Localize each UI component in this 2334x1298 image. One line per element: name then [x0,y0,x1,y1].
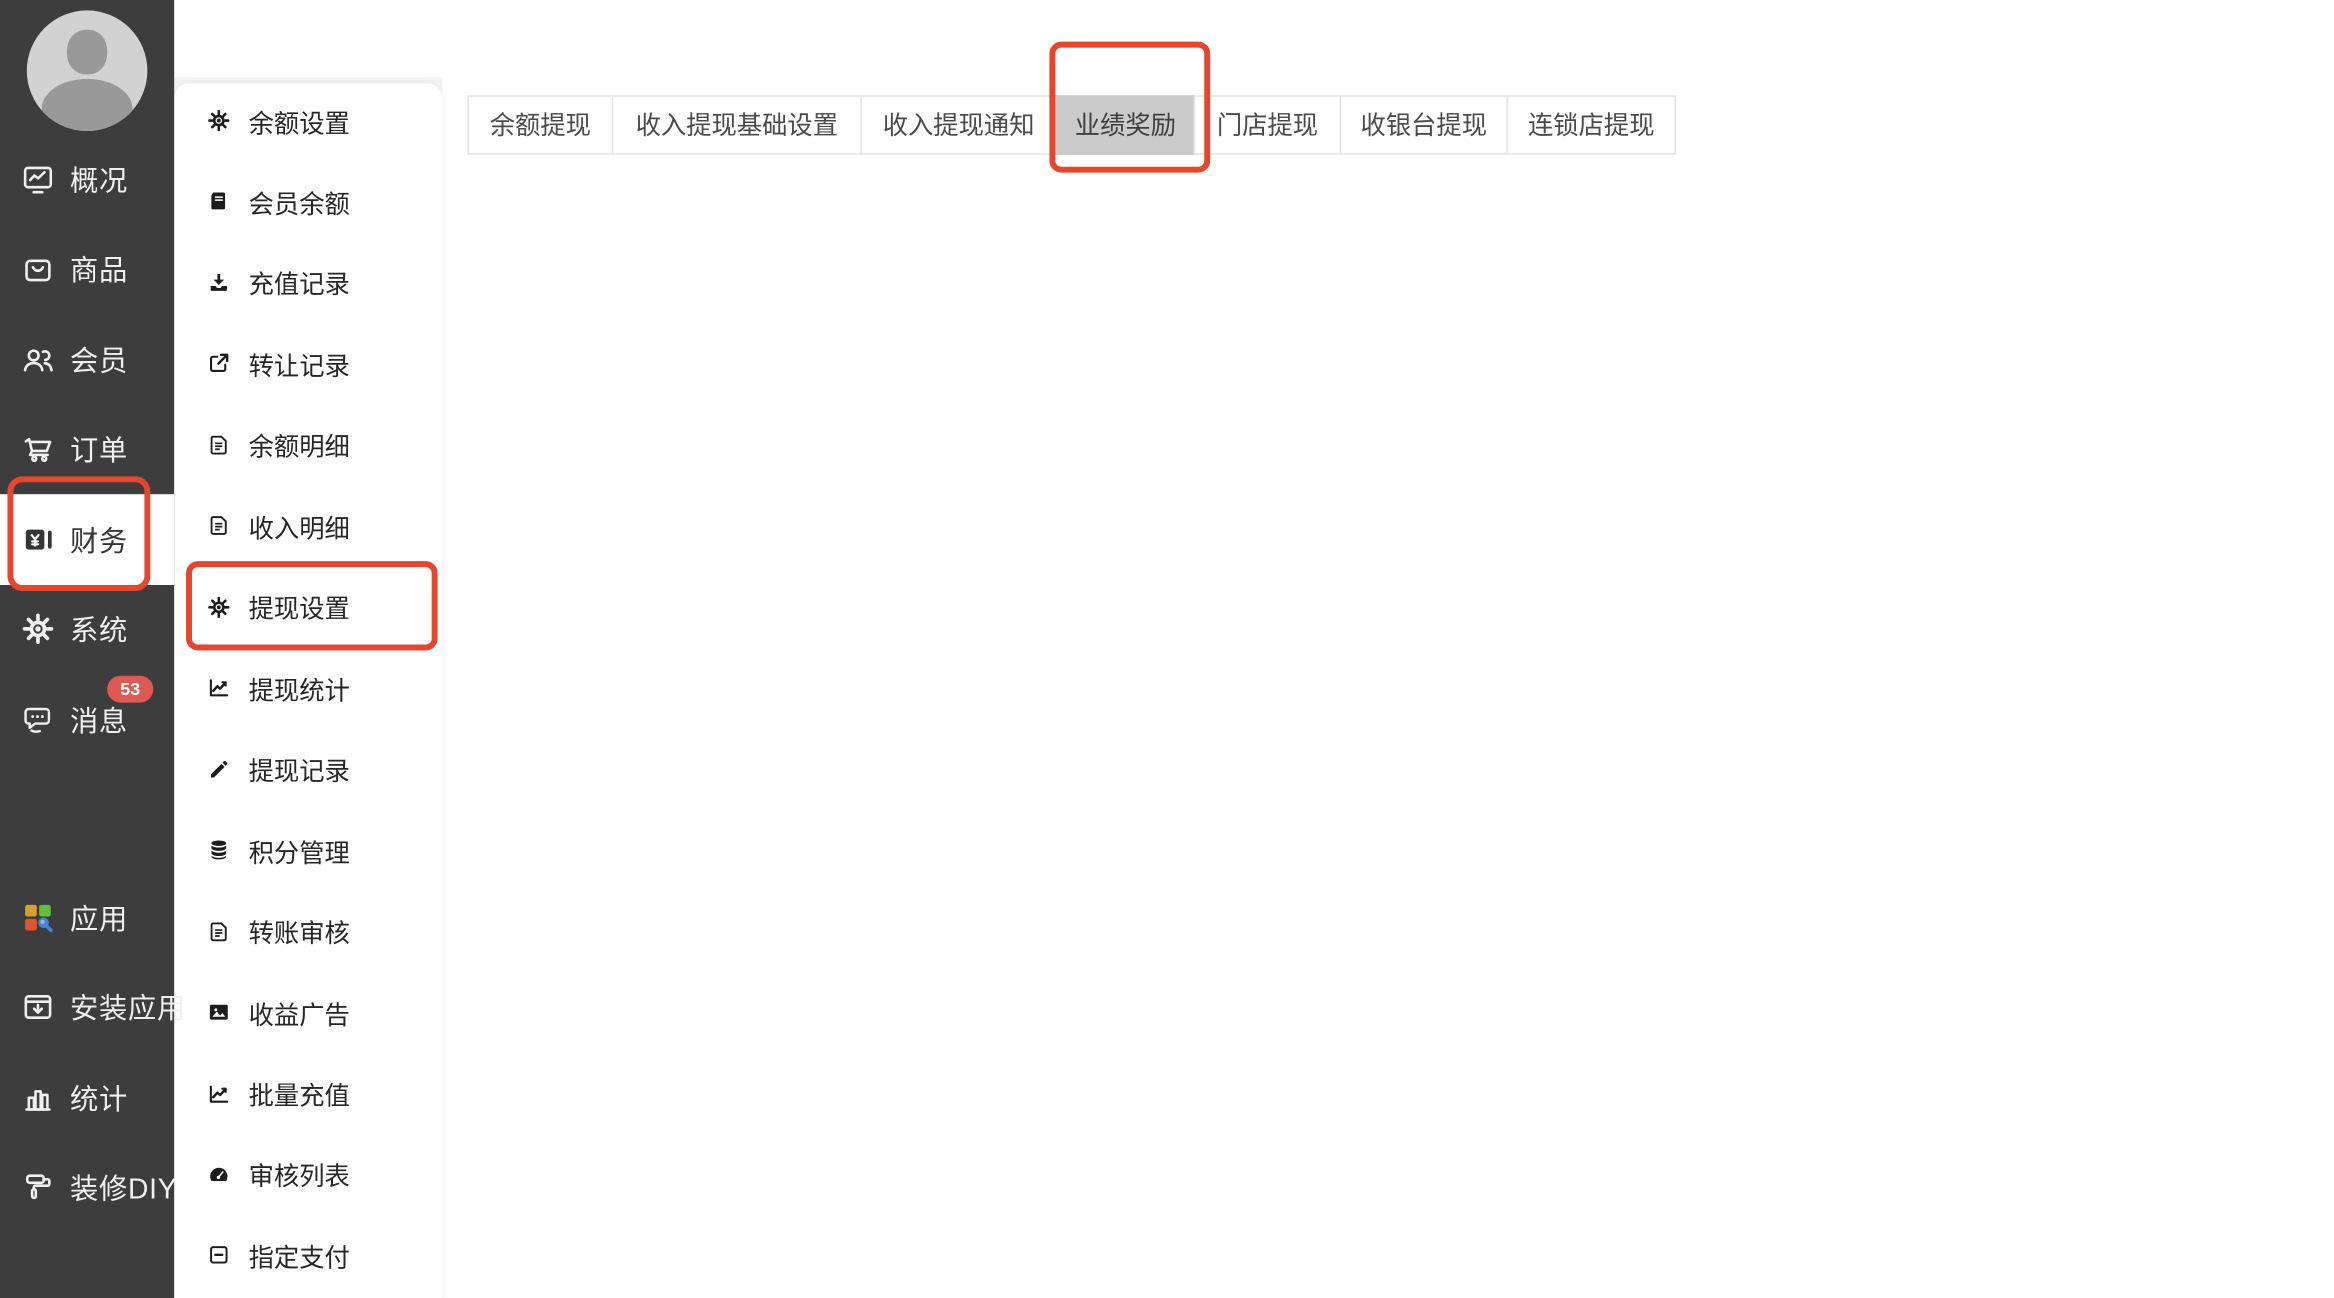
submenu-item-label: 充值记录 [248,271,350,300]
submenu-item-balance-settings[interactable]: 余额设置 [174,91,442,151]
submenu-item-points-management[interactable]: 积分管理 [174,820,442,880]
tab-balance-withdraw[interactable]: 余额提现 [467,94,614,155]
sidebar-item-members[interactable]: 会员 [0,314,174,404]
submenu-item-label: 会员余额 [248,190,350,219]
tab-performance-reward[interactable]: 业绩奖励 [1055,94,1196,155]
submenu-item-label: 收入明细 [248,514,350,544]
sidebar-item-install-apps[interactable]: 安装应用 [0,962,185,1052]
submenu-item-label: 收益广告 [248,1001,350,1030]
file-text-icon [207,514,231,538]
withdraw-settings-tabs: 余额提现 收入提现基础设置 收入提现通知 业绩奖励 门店提现 收银台提现 连锁店提现 [467,94,1677,155]
avatar-silhouette [66,29,108,75]
submenu-item-withdraw-stats[interactable]: 提现统计 [174,658,442,718]
avatar[interactable] [26,10,148,131]
bar-chart-icon [21,1080,55,1114]
sidebar-item-statistics[interactable]: 统计 [0,1052,174,1142]
submenu-item-designated-payment[interactable]: 指定支付 [174,1226,442,1286]
apps-icon [21,900,55,934]
sidebar-item-label: 应用 [69,904,129,936]
submenu-item-label: 提现设置 [248,595,350,625]
sidebar-item-label: 会员 [69,346,129,378]
gear-icon [207,595,231,619]
submenu-item-label: 转账审核 [248,920,350,949]
main-content [442,0,2334,1298]
book-icon [207,190,231,214]
sidebar-item-apps[interactable]: 应用 [0,872,174,962]
sidebar-item-finance[interactable]: 财务 [0,494,175,585]
goods-icon [21,252,55,286]
submenu-item-label: 转让记录 [248,352,350,381]
submenu-item-withdraw-settings[interactable]: 提现设置 [174,577,442,637]
submenu-item-transfer-audit[interactable]: 转账审核 [174,901,442,961]
sidebar-item-messages[interactable]: 消息 53 [0,674,174,764]
submenu-item-label: 提现统计 [248,676,350,706]
submenu-item-balance-details[interactable]: 余额明细 [174,415,442,475]
page: 概况商品会员订单财务系统消息 53 应用安装应用统计装修DIY 余额设置会员余额充值… [0,0,2334,1298]
sidebar-item-label: 订单 [69,436,129,468]
submenu-item-label: 积分管理 [248,838,350,868]
submenu-item-audit-list[interactable]: 审核列表 [174,1145,442,1205]
submenu-item-label: 审核列表 [248,1163,350,1192]
submenu-item-recharge-records[interactable]: 充值记录 [174,253,442,313]
submenu-item-label: 提现记录 [248,757,350,787]
sidebar-item-label: 消息 [69,706,129,738]
submenu-item-income-details[interactable]: 收入明细 [174,496,442,556]
tachometer-icon [207,1162,231,1186]
download-icon [207,271,231,295]
tab-income-withdraw-basic[interactable]: 收入提现基础设置 [611,94,862,155]
chart-line-icon [207,1081,231,1105]
pencil-icon [207,757,231,781]
sidebar-item-label: 概况 [69,166,129,198]
file-text-icon [207,433,231,457]
minus-square-icon [207,1244,231,1268]
sidebar-item-decorate-diy[interactable]: 装修DIY [0,1142,178,1232]
wallet-icon [21,522,55,556]
submenu-item-revenue-ads[interactable]: 收益广告 [174,982,442,1042]
chat-icon [21,702,55,736]
sidebar-item-label: 系统 [69,616,129,648]
gear-icon [207,109,231,133]
submenu-item-withdraw-records[interactable]: 提现记录 [174,739,442,799]
sidebar-item-label: 商品 [69,256,129,288]
dashboard-icon [21,162,55,196]
cart-icon [21,432,55,466]
sidebar-item-system[interactable]: 系统 [0,584,174,674]
tab-cashier-withdraw[interactable]: 收银台提现 [1339,94,1508,155]
tab-chain-store-withdraw[interactable]: 连锁店提现 [1506,94,1677,155]
sidebar-item-orders[interactable]: 订单 [0,404,174,494]
sidebar-item-label: 装修DIY [69,1174,178,1207]
sidebar-item-label: 统计 [69,1084,129,1117]
external-link-icon [207,352,231,376]
paint-roller-icon [21,1170,55,1204]
submenu-item-label: 余额设置 [248,109,350,138]
submenu-item-batch-recharge[interactable]: 批量充值 [174,1064,442,1124]
submenu-item-member-balance[interactable]: 会员余额 [174,172,442,232]
file-text-icon [207,919,231,943]
database-icon [207,838,231,862]
image-icon [207,1000,231,1024]
sidebar-item-overview[interactable]: 概况 [0,134,174,224]
submenu-item-label: 指定支付 [248,1244,350,1273]
unread-count-badge: 53 [107,675,154,703]
gear-icon [21,612,55,646]
chart-line-icon [207,676,231,700]
submenu-item-label: 余额明细 [248,433,350,462]
tab-store-withdraw[interactable]: 门店提现 [1193,94,1342,155]
submenu-item-label: 批量充值 [248,1082,350,1111]
sidebar-item-label: 安装应用 [69,994,187,1026]
sidebar-item-label: 财务 [69,526,129,558]
finance-submenu: 余额设置会员余额充值记录转让记录余额明细收入明细提现设置提现统计提现记录积分管理… [174,83,443,1298]
sidebar-item-goods[interactable]: 商品 [0,224,174,314]
primary-sidebar: 概况商品会员订单财务系统消息 53 应用安装应用统计装修DIY [0,0,185,1298]
tab-income-withdraw-notice[interactable]: 收入提现通知 [860,94,1057,155]
members-icon [21,342,55,376]
submenu-item-transfer-records[interactable]: 转让记录 [174,334,442,394]
install-icon [21,990,55,1024]
